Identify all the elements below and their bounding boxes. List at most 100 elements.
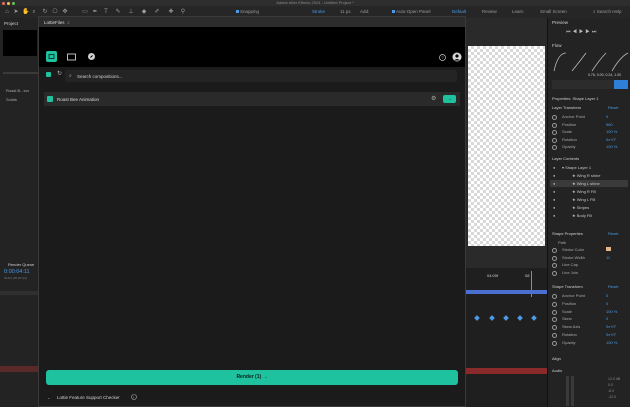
search-help[interactable]: ⌕ Search Help [593,9,622,15]
rotate-tool-icon[interactable]: ↻ [42,9,48,15]
project-tab[interactable]: Project [4,21,18,26]
stopwatch-icon[interactable] [552,294,557,299]
stroke-width-value[interactable]: 11 px [340,9,351,15]
stopwatch-icon[interactable] [552,301,557,307]
eye-icon[interactable]: ● [553,165,555,170]
eye-icon[interactable]: ● [553,189,555,194]
layer-content-item[interactable]: ● ★ Body Fill [550,212,628,219]
stroke-label[interactable]: Stroke [312,9,325,15]
pan-behind-tool-icon[interactable]: ✥ [62,9,68,15]
preview-tab[interactable]: Preview [552,20,568,25]
stopwatch-icon[interactable] [552,317,557,323]
eye-icon[interactable]: ● [553,181,555,186]
auto-open-checkbox[interactable] [392,10,395,13]
camera-tool-icon[interactable]: ⎔ [52,9,58,15]
home-icon[interactable]: ⌂ [4,9,10,15]
eye-icon[interactable]: ● [553,205,555,210]
plugin-menu-icon[interactable]: ≡ [67,20,70,25]
stopwatch-icon[interactable] [552,248,557,253]
layer-content-item[interactable]: ● ★ Stripes [550,204,628,211]
pen-tool-icon[interactable]: ✒ [92,9,98,15]
rectangle-tool-icon[interactable]: ▭ [82,9,88,15]
stopwatch-icon[interactable] [552,115,557,120]
compositions-nav-button[interactable] [46,51,57,62]
flow-curve-presets[interactable] [552,51,630,73]
flow-apply-bar[interactable] [552,80,628,89]
info-icon[interactable]: i [131,394,137,400]
stopwatch-icon[interactable] [552,122,557,128]
hand-tool-icon[interactable]: ✋ [22,9,29,15]
flow-apply-button[interactable] [614,80,628,89]
selected-layer-row[interactable] [0,366,40,372]
stopwatch-icon[interactable] [552,325,557,331]
selection-tool-icon[interactable]: ➤ [13,9,19,15]
keyframe[interactable] [474,315,480,321]
auto-open-panel-toggle[interactable]: Auto-Open Panel [392,9,431,15]
stopwatch-icon[interactable] [552,340,557,346]
layer-transform-value[interactable]: 100 % [606,144,617,149]
flow-tab[interactable]: Flow [552,43,562,48]
puppet-pin-icon[interactable]: ✚ [168,9,174,15]
eye-icon[interactable]: ● [553,197,555,202]
files-nav-button[interactable] [66,51,77,62]
select-all-checkbox[interactable] [46,72,51,77]
project-item-solids[interactable]: Solids [6,97,17,102]
keyframe[interactable] [517,315,523,321]
shape-transform-value[interactable]: 0 [606,301,608,306]
help-icon[interactable]: ? [439,54,446,61]
shape-transform-value[interactable]: 100 % [606,340,617,345]
shape-transform-reset[interactable]: Reset [608,284,618,289]
stopwatch-icon[interactable] [552,145,557,150]
search-compositions-input[interactable]: ⌕ Search compositions... [65,70,457,82]
work-area-bar[interactable] [465,290,547,294]
roto-brush-icon[interactable]: ✐ [154,9,160,15]
stopwatch-icon[interactable] [552,137,557,143]
preview-controls[interactable]: ⏮◀▶▶⏭ [566,29,598,35]
layer-content-item[interactable]: ● ★ Wing L shine [550,180,628,187]
project-item-comp[interactable]: Roast B...ion [6,88,29,93]
stopwatch-icon[interactable] [552,130,557,135]
layer-content-item[interactable]: ● ★ Wing R Fill [550,188,628,195]
workspace-default[interactable]: Default [452,9,466,15]
layer-content-item[interactable]: ● ★ Wing L Fill [550,196,628,203]
composition-arrow-button[interactable]: → [443,94,456,103]
layer-transform-value[interactable]: 0x+0° [606,137,616,142]
user-avatar-icon[interactable] [452,52,462,62]
stopwatch-icon[interactable] [552,263,557,268]
keyframe[interactable] [503,315,509,321]
stopwatch-icon[interactable] [552,270,557,276]
keyframe[interactable] [489,315,495,321]
add-label[interactable]: Add: [360,9,369,15]
brush-tool-icon[interactable]: ✎ [115,9,121,15]
layer-transform-value[interactable]: 0 [606,114,608,119]
snapping-toggle[interactable]: Snapping [236,9,259,15]
workspace-learn[interactable]: Learn [512,9,524,15]
stroke-color-swatch[interactable] [606,247,611,251]
project-search[interactable] [3,72,38,74]
zoom-tool-icon[interactable]: ⌕ [31,9,37,15]
keyframe[interactable] [531,315,537,321]
shape-property-value[interactable]: 11 [606,255,610,260]
clone-tool-icon[interactable]: ⊥ [128,9,134,15]
refresh-icon[interactable]: ↻ [57,70,62,77]
layer-content-item[interactable]: ● ▾ Shape Layer 1 [550,164,628,171]
shape-properties-reset[interactable]: Reset [608,231,618,236]
layer-content-item[interactable]: ● ★ Wing R shine [550,172,628,179]
shape-transform-value[interactable]: 100 % [606,309,617,314]
layer-transform-value[interactable]: 100 % [606,129,617,134]
current-timecode[interactable]: 0:00:04:11 [4,269,30,275]
workspace-review[interactable]: Review [482,9,497,15]
timeline-panel[interactable]: 04:00f 08 [465,268,547,407]
snapping-checkbox[interactable] [236,10,239,13]
discover-nav-button[interactable] [86,51,97,62]
feature-checker-footer[interactable]: ⌄ Lottie Feature Support Checker i [39,389,465,406]
composition-row[interactable]: Roast Bee Animation ⚙ → [44,92,460,106]
shape-transform-value[interactable]: 0x+0° [606,332,616,337]
shape-transform-value[interactable]: 0 [606,293,608,298]
stopwatch-icon[interactable] [552,333,557,338]
layer-transform-value[interactable]: 960 [606,122,613,127]
eye-icon[interactable]: ● [553,173,555,178]
shape-transform-value[interactable]: 0 [606,316,608,321]
shape-transform-value[interactable]: 0x+0° [606,324,616,329]
stopwatch-icon[interactable] [552,255,557,261]
